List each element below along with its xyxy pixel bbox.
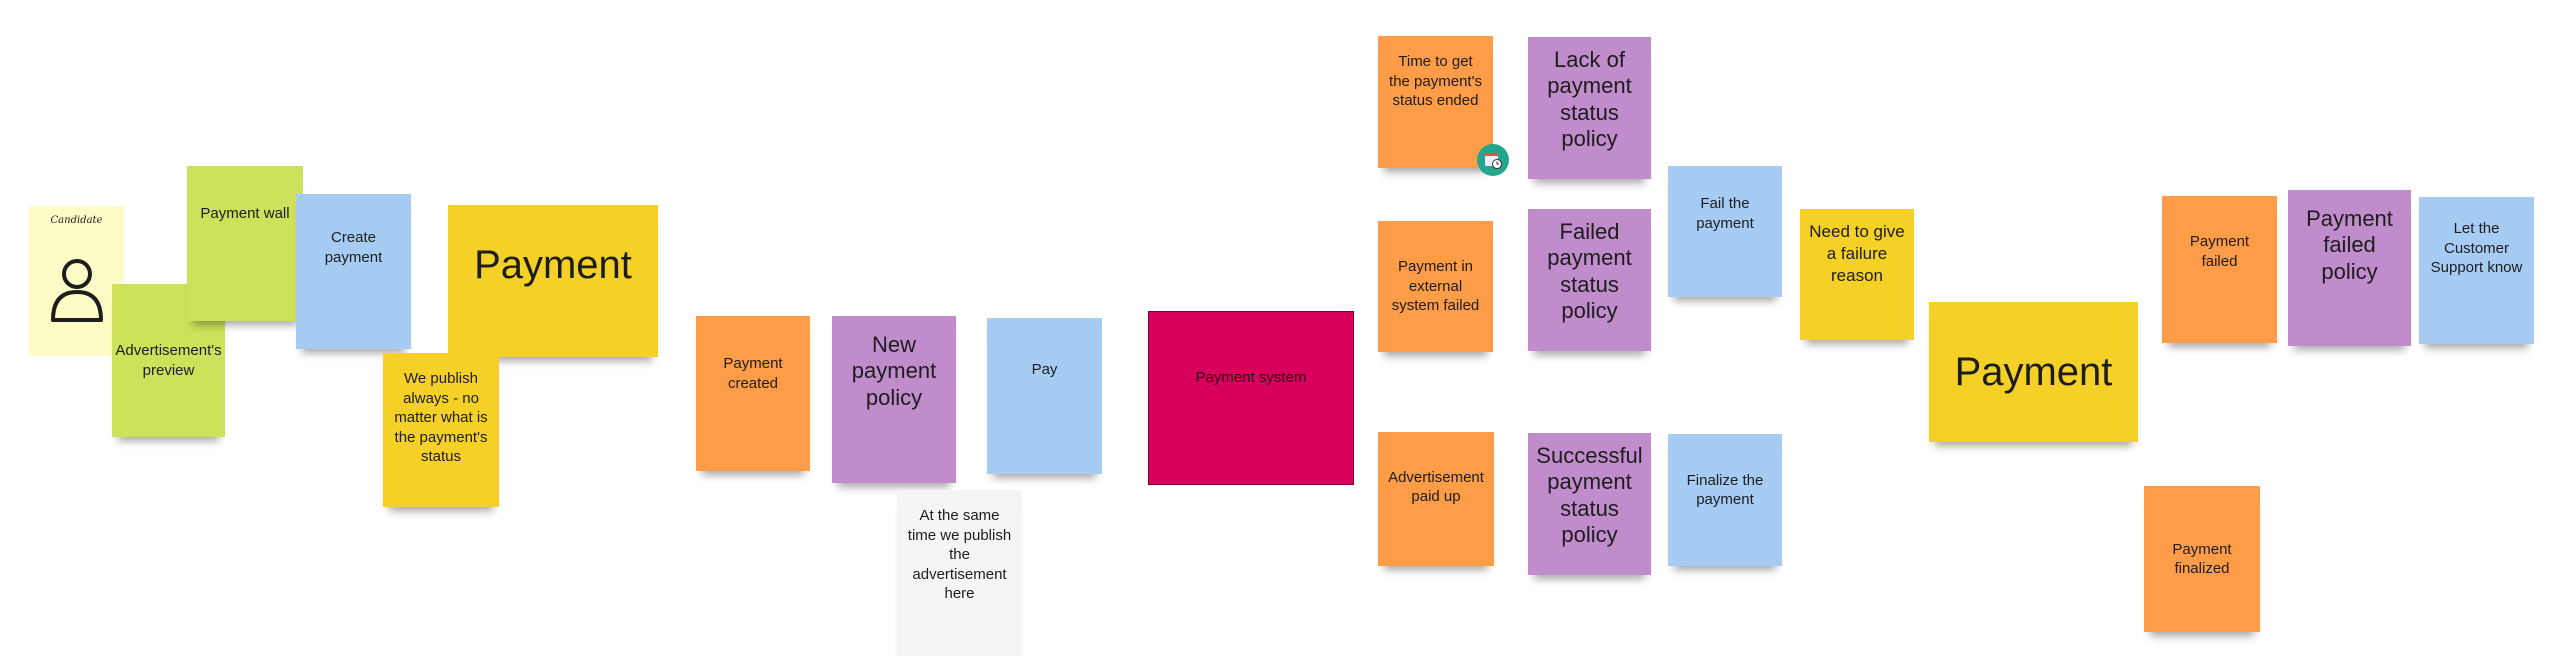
user-icon bbox=[50, 259, 103, 322]
command-pay[interactable]: Pay bbox=[987, 318, 1102, 474]
note-text: Failed payment status policy bbox=[1547, 219, 1632, 324]
command-finalize-payment[interactable]: Finalize the payment bbox=[1668, 434, 1782, 566]
event-advert-paid[interactable]: Advertisement paid up bbox=[1378, 432, 1494, 566]
comment-we-publish[interactable]: We publish always - no matter what is th… bbox=[383, 353, 499, 507]
event-payment-finalized[interactable]: Payment finalized bbox=[2144, 486, 2260, 632]
note-text: Pay bbox=[1031, 361, 1058, 378]
event-time-to-get-status-ended[interactable]: Time to get the payment's status ended bbox=[1378, 36, 1493, 168]
note-text: Finalize the payment bbox=[1686, 471, 1764, 509]
note-text: Payment created bbox=[723, 355, 783, 392]
read-model-payment-wall[interactable]: Payment wall bbox=[187, 166, 303, 321]
note-text: Payment bbox=[474, 243, 632, 287]
note-text: Fail the payment bbox=[1696, 195, 1754, 232]
note-text: Payment wall bbox=[200, 205, 290, 222]
command-create-payment[interactable]: Create payment bbox=[296, 194, 411, 349]
event-payment-created[interactable]: Payment created bbox=[696, 316, 810, 471]
note-text: Create payment bbox=[324, 229, 383, 266]
external-system-payment[interactable]: Payment system bbox=[1148, 311, 1354, 485]
note-text: Lack of payment status policy bbox=[1547, 47, 1632, 152]
note-text: Time to get the payment's status ended bbox=[1389, 53, 1482, 109]
policy-payment-failed[interactable]: Payment failed policy bbox=[2288, 190, 2411, 346]
note-text: Payment in external system failed bbox=[1391, 258, 1480, 315]
policy-lack-of-status[interactable]: Lack of payment status policy bbox=[1528, 37, 1651, 179]
policy-failed-status[interactable]: Failed payment status policy bbox=[1528, 209, 1651, 351]
note-text: Advertisement's preview bbox=[115, 342, 222, 379]
note-text: Payment failed bbox=[2189, 233, 2250, 270]
aggregate-payment-2[interactable]: Payment bbox=[1929, 302, 2138, 442]
calendar-clock-icon[interactable] bbox=[1477, 144, 1509, 176]
note-text: Payment bbox=[1954, 350, 2113, 394]
command-fail-payment[interactable]: Fail the payment bbox=[1668, 166, 1782, 297]
aggregate-payment-1[interactable]: Payment bbox=[448, 205, 658, 357]
note-text: We publish always - no matter what is th… bbox=[394, 370, 488, 465]
actor-label: Candidate bbox=[50, 215, 103, 226]
note-text: Payment failed policy bbox=[2306, 206, 2393, 284]
note-text: Need to give a failure reason bbox=[1809, 222, 1905, 286]
note-text: Let the Customer Support know bbox=[2430, 220, 2523, 276]
event-external-failed[interactable]: Payment in external system failed bbox=[1378, 221, 1493, 352]
comment-at-same-time[interactable]: At the same time we publish the advertis… bbox=[897, 490, 1022, 656]
note-text: Payment system bbox=[1195, 369, 1307, 386]
note-text: New payment policy bbox=[851, 332, 937, 410]
note-text: Payment finalized bbox=[2172, 540, 2232, 578]
policy-successful-status[interactable]: Successful payment status policy bbox=[1528, 433, 1651, 575]
comment-need-reason[interactable]: Need to give a failure reason bbox=[1800, 209, 1914, 340]
note-text: Advertisement paid up bbox=[1388, 468, 1484, 506]
policy-new-payment[interactable]: New payment policy bbox=[832, 316, 956, 483]
note-text: At the same time we publish the advertis… bbox=[907, 507, 1012, 602]
actor-candidate[interactable]: Candidate bbox=[29, 206, 124, 356]
note-text: Successful payment status policy bbox=[1536, 443, 1643, 548]
event-payment-failed[interactable]: Payment failed bbox=[2162, 196, 2277, 343]
command-let-support-know[interactable]: Let the Customer Support know bbox=[2419, 197, 2534, 344]
